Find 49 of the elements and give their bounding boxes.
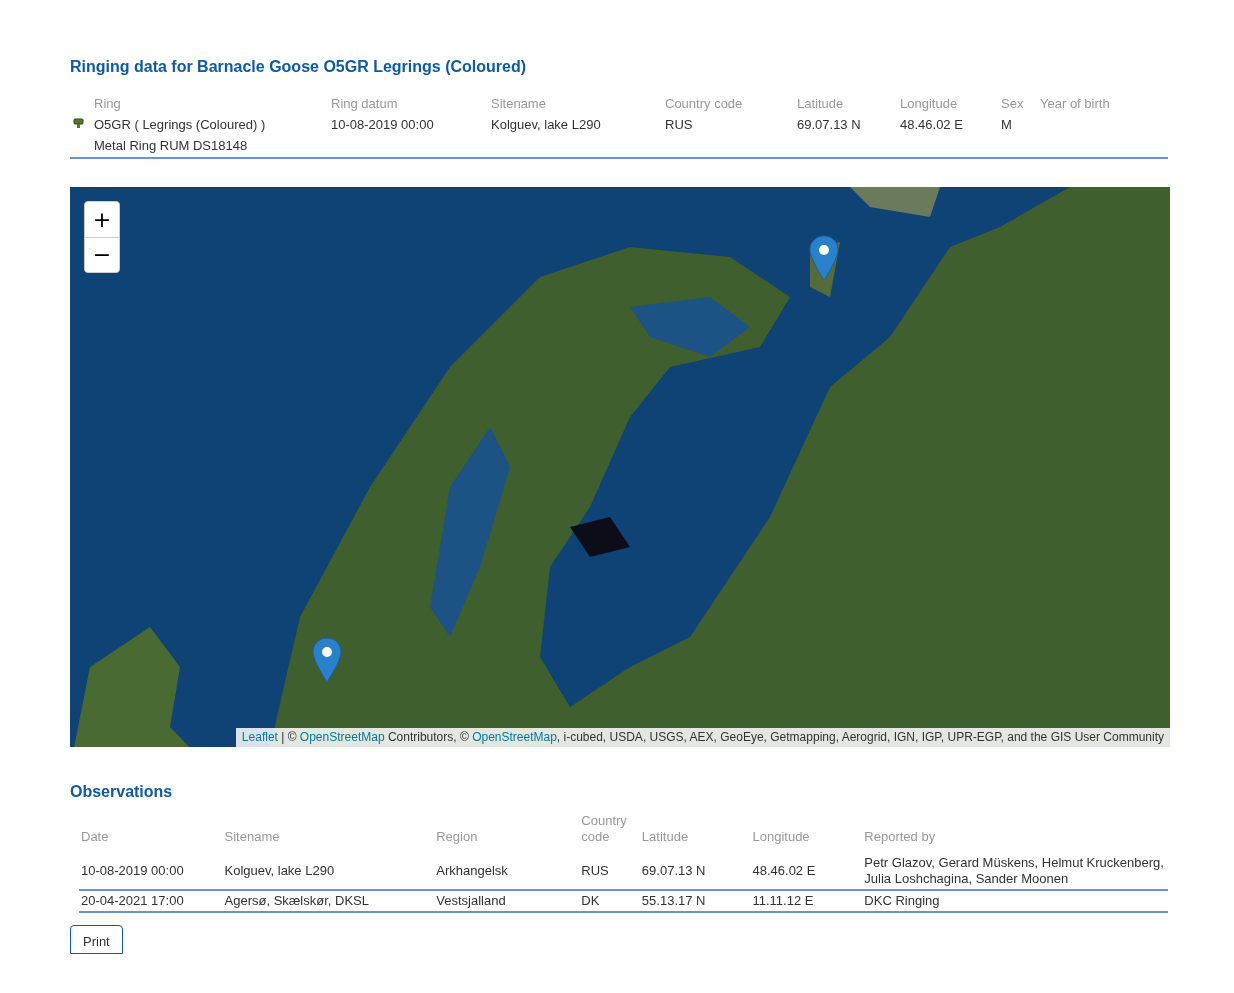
table-cell: RUS [579,853,640,890]
table-cell: Arkhangelsk [434,853,580,890]
table-cell: Petr Glazov, Gerard Müskens, Helmut Kruckenberg, Julia Loshchagina, Sander Moonen [862,853,1168,890]
map-attribution: Leaflet | © OpenStreetMap Contributors, © OpenStreetMap, i-cubed, USDA, USGS, AEX, GeoEye, Getmapping, Aerogrid, IGN, IGP, UPR-EGP, and the GIS User Community [235,728,1170,747]
column-header: Sitename [491,96,547,111]
section-title: Observations [70,783,174,801]
column-header: Longitude [751,828,811,846]
column-header: Reported by [863,828,937,846]
column-header: Region [435,828,479,846]
table-cell: 48.46.02 E [750,853,863,890]
table-cell-text: O5GR ( Legrings (Coloured) ) [94,117,267,132]
column-header: Sitename [223,828,281,846]
table-cell: 10-08-2019 00:00 [79,853,223,890]
table-cell-text: RUS [665,117,694,134]
table-cell: DKC Ringing [862,890,1168,912]
table-cell: 55.13.17 N [639,890,751,912]
column-header: Year of birth [1040,96,1111,111]
column-header: Ring [94,96,122,111]
column-header: Ring datum [331,96,399,111]
column-header: Latitude [640,828,690,846]
map-marker-icon[interactable] [312,637,342,683]
table-cell-text: 69.07.13 N [797,117,862,134]
column-header: Date [80,828,110,846]
zoom-out-button[interactable]: − [85,237,119,272]
column-header: Sex [1001,96,1025,111]
table-cell-text: 48.46.02 E [900,117,964,134]
table-cell: Vestsjalland [434,890,580,912]
attribution-link[interactable]: OpenStreetMap [472,730,557,744]
table-cell: Kolguev, lake L290 [222,853,435,890]
table-cell-text: Kolguev, lake L290 [491,117,602,134]
print-button[interactable]: Print [70,925,123,954]
table-cell: 11.11.12 E [750,890,863,912]
column-header: Country code [665,96,744,111]
satellite-map-drawing[interactable] [70,187,1170,747]
table-cell-text: 10-08-2019 00:00 [331,117,435,134]
attribution-link[interactable]: Leaflet [241,730,278,744]
column-header: Longitude [900,96,959,111]
table-cell-text: M [1001,117,1013,134]
attribution-link[interactable]: OpenStreetMap [299,730,385,744]
table-cell: DK [579,890,640,912]
table-cell: Agersø, Skælskør, DKSL [222,890,435,912]
page-title: Ringing data for Barnacle Goose O5GR Legrings (Coloured) [70,58,528,76]
table-cell: 69.07.13 N [639,853,751,890]
column-header: Latitude [797,96,845,111]
column-header: Country code [580,813,628,846]
map-marker-icon[interactable] [809,235,839,281]
table-cell: 20-04-2021 17:00 [79,890,223,912]
table-cell-text: Metal Ring RUM DS18148 [94,138,249,153]
ring-icon [73,118,84,129]
